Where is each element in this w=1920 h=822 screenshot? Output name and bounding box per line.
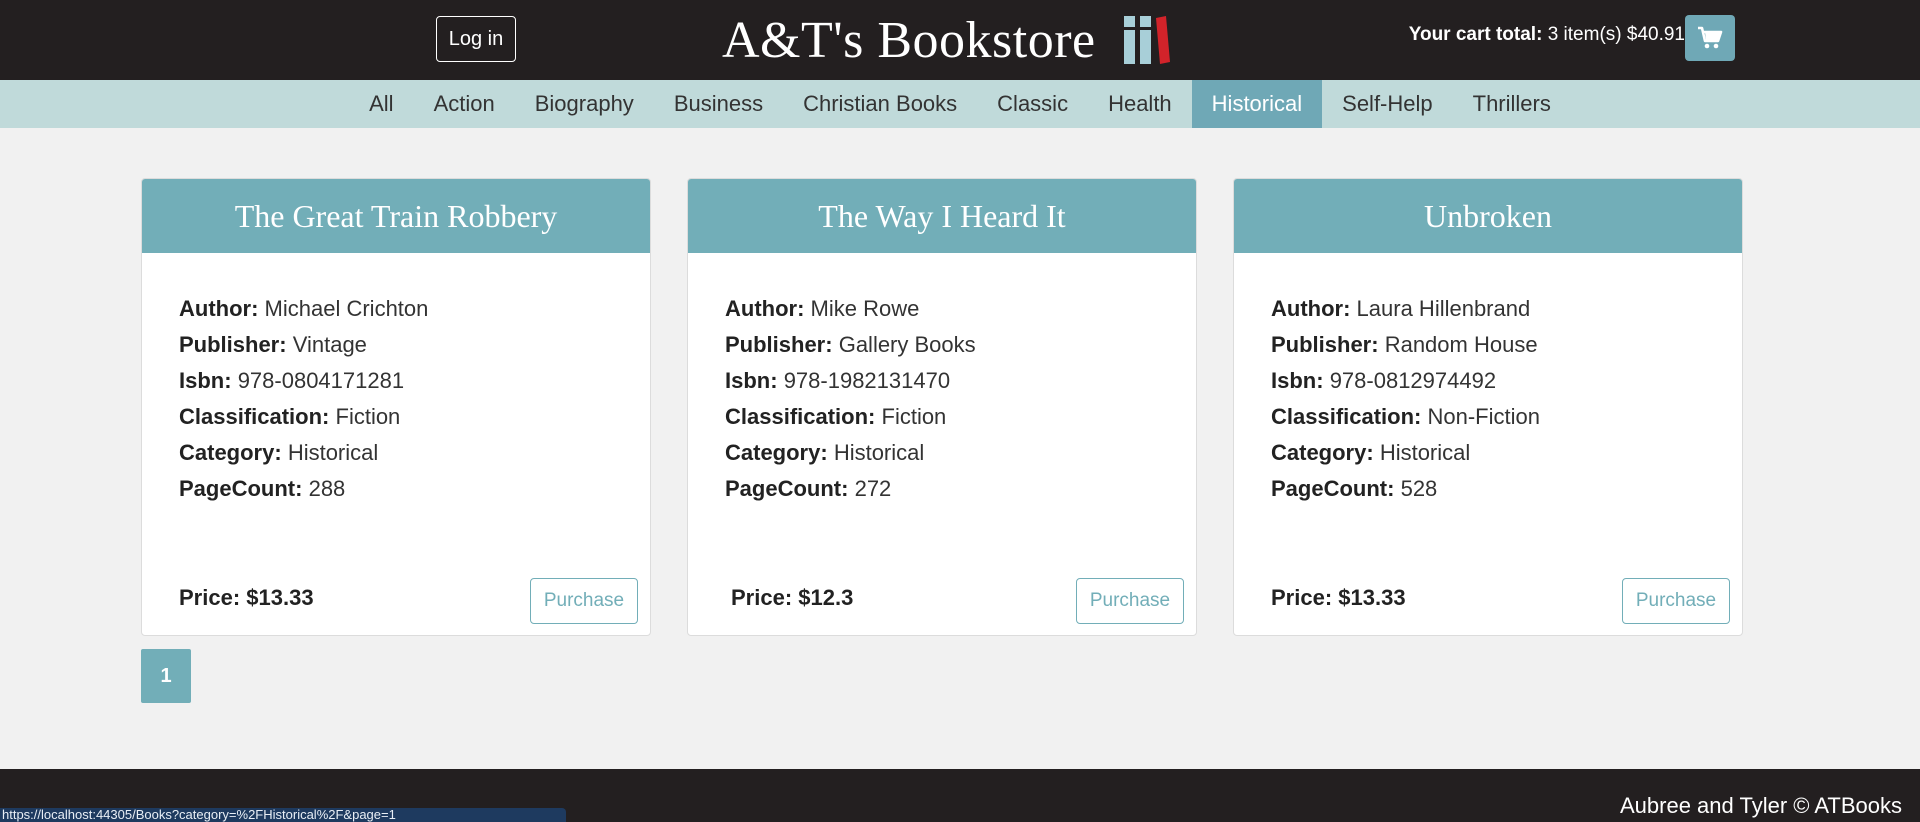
isbn-label: Isbn: <box>179 368 232 393</box>
author-row: Author: Mike Rowe <box>725 291 976 327</box>
pagecount-row: PageCount: 528 <box>1271 471 1540 507</box>
category-value: Historical <box>287 440 379 465</box>
author-label: Author: <box>179 296 259 321</box>
book-card: The Great Train Robbery Author: Michael … <box>141 178 651 636</box>
price-value: $13.33 <box>246 585 314 610</box>
author-label: Author: <box>1271 296 1351 321</box>
brand[interactable]: A&T's Bookstore <box>722 8 1096 72</box>
pagecount-value: 288 <box>308 476 346 501</box>
category-classic[interactable]: Classic <box>977 80 1088 128</box>
books-logo-icon <box>1124 16 1170 64</box>
category-historical[interactable]: Historical <box>1191 80 1323 128</box>
classification-value: Fiction <box>335 404 401 429</box>
isbn-row: Isbn: 978-0812974492 <box>1271 363 1540 399</box>
category-business[interactable]: Business <box>654 80 783 128</box>
author-row: Author: Laura Hillenbrand <box>1271 291 1540 327</box>
site-title: A&T's Bookstore <box>722 11 1096 69</box>
price-value: $12.3 <box>798 585 854 610</box>
price: Price: $13.33 <box>179 585 314 611</box>
book-title: The Great Train Robbery <box>142 179 650 253</box>
book-title: Unbroken <box>1234 179 1742 253</box>
footer-text: Aubree and Tyler © ATBooks <box>1620 793 1902 818</box>
isbn-value: 978-1982131470 <box>783 368 951 393</box>
login-button[interactable]: Log in <box>436 16 516 62</box>
pagecount-row: PageCount: 288 <box>179 471 428 507</box>
cart-label: Your cart total: <box>1408 24 1543 45</box>
pagecount-value: 272 <box>854 476 892 501</box>
classification-row: Classification: Fiction <box>179 399 428 435</box>
price-label: Price: <box>179 585 241 610</box>
category-row: Category: Historical <box>1271 435 1540 471</box>
purchase-button[interactable]: Purchase <box>1622 578 1730 624</box>
author-value: Mike Rowe <box>810 296 920 321</box>
price: Price: $13.33 <box>1271 585 1406 611</box>
category-self-help[interactable]: Self-Help <box>1322 80 1452 128</box>
browser-status-bar: https://localhost:44305/Books?category=%… <box>0 808 566 822</box>
category-thrillers[interactable]: Thrillers <box>1453 80 1571 128</box>
publisher-value: Vintage <box>292 332 367 357</box>
pagecount-label: PageCount: <box>1271 476 1395 501</box>
author-row: Author: Michael Crichton <box>179 291 428 327</box>
isbn-label: Isbn: <box>1271 368 1324 393</box>
isbn-row: Isbn: 978-1982131470 <box>725 363 976 399</box>
book-title: The Way I Heard It <box>688 179 1196 253</box>
category-value: Historical <box>833 440 925 465</box>
price-label: Price: <box>731 585 793 610</box>
classification-label: Classification: <box>179 404 330 429</box>
top-header: Log in A&T's Bookstore Your cart total: … <box>0 0 1920 80</box>
isbn-row: Isbn: 978-0804171281 <box>179 363 428 399</box>
book-card: Unbroken Author: Laura Hillenbrand Publi… <box>1233 178 1743 636</box>
author-label: Author: <box>725 296 805 321</box>
publisher-label: Publisher: <box>725 332 833 357</box>
category-all[interactable]: All <box>349 80 413 128</box>
classification-value: Fiction <box>881 404 947 429</box>
classification-value: Non-Fiction <box>1427 404 1540 429</box>
category-label: Category: <box>725 440 828 465</box>
author-value: Laura Hillenbrand <box>1356 296 1531 321</box>
purchase-button[interactable]: Purchase <box>530 578 638 624</box>
isbn-label: Isbn: <box>725 368 778 393</box>
book-details: Author: Michael Crichton Publisher: Vint… <box>179 291 428 507</box>
price-label: Price: <box>1271 585 1333 610</box>
isbn-value: 978-0804171281 <box>237 368 405 393</box>
category-christian-books[interactable]: Christian Books <box>783 80 977 128</box>
book-card: The Way I Heard It Author: Mike Rowe Pub… <box>687 178 1197 636</box>
book-details: Author: Laura Hillenbrand Publisher: Ran… <box>1271 291 1540 507</box>
pagecount-label: PageCount: <box>725 476 849 501</box>
publisher-label: Publisher: <box>179 332 287 357</box>
category-label: Category: <box>1271 440 1374 465</box>
classification-row: Classification: Non-Fiction <box>1271 399 1540 435</box>
book-details: Author: Mike Rowe Publisher: Gallery Boo… <box>725 291 976 507</box>
pagecount-label: PageCount: <box>179 476 303 501</box>
classification-label: Classification: <box>725 404 876 429</box>
price: Price: $12.3 <box>731 585 853 611</box>
category-value: Historical <box>1379 440 1471 465</box>
author-value: Michael Crichton <box>264 296 429 321</box>
isbn-value: 978-0812974492 <box>1329 368 1497 393</box>
cart-button[interactable] <box>1685 15 1735 61</box>
publisher-row: Publisher: Vintage <box>179 327 428 363</box>
publisher-label: Publisher: <box>1271 332 1379 357</box>
publisher-row: Publisher: Random House <box>1271 327 1540 363</box>
classification-row: Classification: Fiction <box>725 399 976 435</box>
purchase-button[interactable]: Purchase <box>1076 578 1184 624</box>
cart-value: 3 item(s) $40.91 <box>1547 24 1685 45</box>
pagecount-value: 528 <box>1400 476 1438 501</box>
publisher-row: Publisher: Gallery Books <box>725 327 976 363</box>
publisher-value: Random House <box>1384 332 1538 357</box>
pagecount-row: PageCount: 272 <box>725 471 976 507</box>
classification-label: Classification: <box>1271 404 1422 429</box>
category-biography[interactable]: Biography <box>515 80 654 128</box>
pagination-page-1[interactable]: 1 <box>141 649 191 703</box>
category-nav: All Action Biography Business Christian … <box>0 80 1920 128</box>
category-health[interactable]: Health <box>1088 80 1192 128</box>
category-row: Category: Historical <box>179 435 428 471</box>
category-row: Category: Historical <box>725 435 976 471</box>
cart-summary: Your cart total: 3 item(s) $40.91 <box>1409 24 1685 46</box>
category-label: Category: <box>179 440 282 465</box>
price-value: $13.33 <box>1338 585 1406 610</box>
shopping-cart-icon <box>1698 26 1723 49</box>
publisher-value: Gallery Books <box>838 332 976 357</box>
category-action[interactable]: Action <box>414 80 515 128</box>
